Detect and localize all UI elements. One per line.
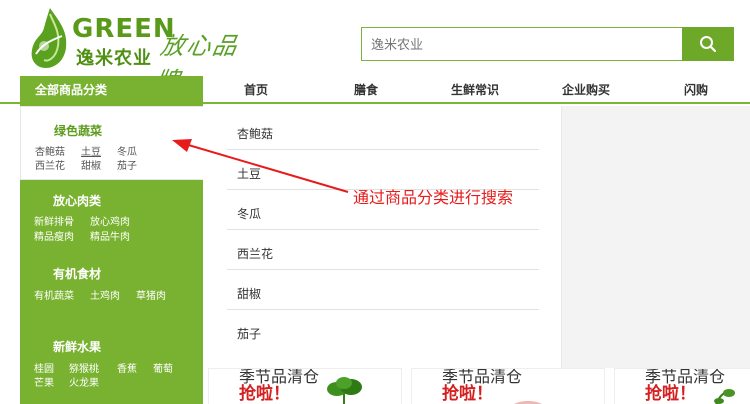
annotation-text: 通过商品分类进行搜索 xyxy=(353,188,514,207)
page: GREEN 逸米农业 放心品牌 全部商品分类 首页 膳食 生鲜常识 企业购买 闪… xyxy=(0,0,750,404)
